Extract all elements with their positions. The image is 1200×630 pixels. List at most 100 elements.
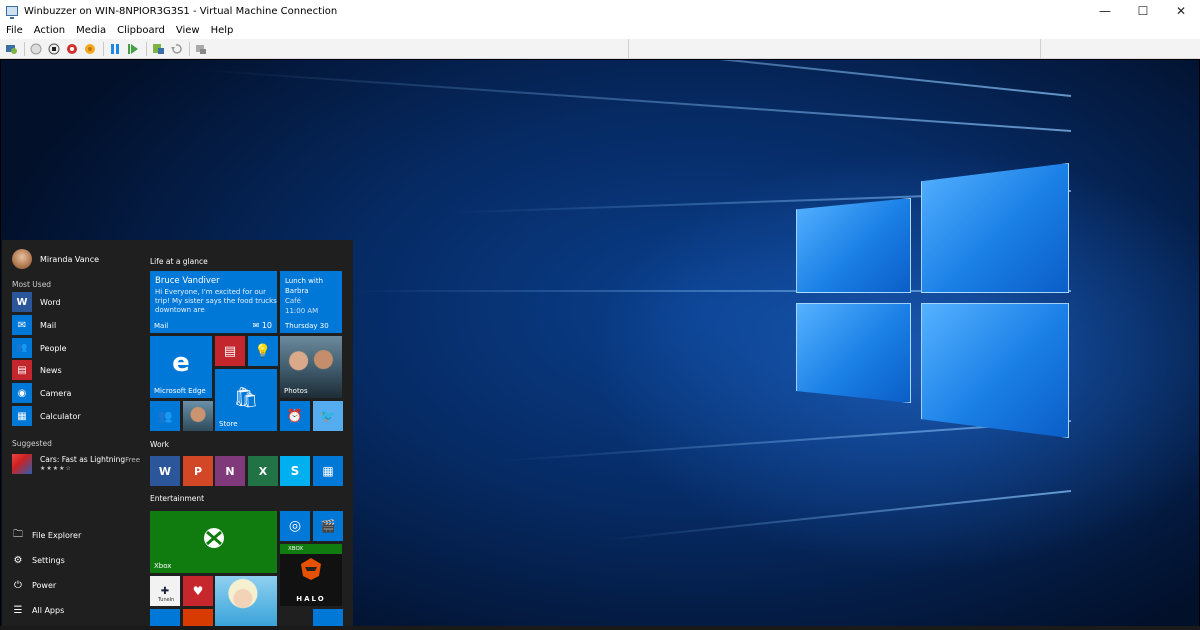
app-label: Mail: [40, 320, 57, 330]
user-account[interactable]: Miranda Vance: [12, 249, 99, 269]
tile-disney-frozen[interactable]: [215, 576, 277, 626]
ctrl-alt-del-button[interactable]: [4, 42, 18, 56]
calendar-event: Lunch with Barbra Café 11:00 AM: [285, 276, 323, 316]
start-button[interactable]: [29, 42, 43, 56]
tile-xbox[interactable]: Xbox: [150, 511, 277, 573]
tile-calendar[interactable]: Lunch with Barbra Café 11:00 AM Thursday…: [280, 271, 342, 333]
group-entertainment-heading: Entertainment: [150, 494, 205, 503]
most-used-item-people[interactable]: 👥 People: [12, 338, 67, 358]
tile-contact[interactable]: [183, 401, 213, 431]
most-used-item-calculator[interactable]: ▦ Calculator: [12, 406, 81, 426]
tile-people[interactable]: 👥: [150, 401, 180, 431]
shutdown-button[interactable]: [65, 42, 79, 56]
calculator-icon: ▦: [322, 464, 334, 478]
most-used-heading: Most Used: [12, 280, 52, 289]
reset-button[interactable]: [126, 42, 140, 56]
spartan-helmet-icon: [280, 552, 342, 586]
cars-game-icon: [12, 454, 32, 474]
menu-help[interactable]: Help: [211, 25, 234, 36]
word-icon: W: [12, 292, 32, 312]
tile-halo[interactable]: XBOX HALO: [280, 544, 342, 606]
tile-tunein[interactable]: ✚ TuneIn: [150, 576, 180, 606]
file-explorer-button[interactable]: 🗀 File Explorer: [12, 529, 81, 541]
all-apps-button[interactable]: ☰ All Apps: [12, 604, 65, 616]
revert-icon: [171, 43, 182, 54]
tile-label: Xbox: [154, 562, 172, 570]
minimize-button[interactable]: —: [1086, 0, 1124, 22]
close-button[interactable]: ✕: [1162, 0, 1200, 22]
enhanced-session-button[interactable]: [194, 42, 208, 56]
start-left-column: Miranda Vance Most Used W Word ✉ Mail 👥 …: [2, 240, 147, 626]
tile-skype[interactable]: S: [280, 456, 310, 486]
app-label: News: [40, 365, 62, 375]
checkpoint-icon: [152, 44, 164, 54]
tile-excel[interactable]: X: [248, 456, 278, 486]
suggested-app[interactable]: Cars: Fast as Lightning ★★★★☆ Free: [12, 454, 140, 474]
camera-icon: ◉: [12, 383, 32, 403]
tile-edge[interactable]: e Microsoft Edge: [150, 336, 212, 398]
save-button[interactable]: [83, 42, 97, 56]
powerpoint-icon: P: [193, 464, 203, 478]
sys-label: All Apps: [32, 605, 65, 615]
tile-tips[interactable]: 💡: [248, 336, 278, 366]
light-beam: [155, 60, 1072, 97]
word-icon: W: [158, 464, 172, 478]
power-icon: ⏻: [14, 579, 22, 591]
onenote-icon: N: [225, 464, 235, 478]
sys-label: Power: [32, 580, 57, 590]
mail-preview: Hi Everyone, I'm excited for our trip! M…: [155, 288, 277, 314]
tile-powerpoint[interactable]: P: [183, 456, 213, 486]
tile-store[interactable]: 🛍 Store: [215, 369, 277, 431]
price-label: Free: [125, 456, 140, 464]
window-controls: — ☐ ✕: [1086, 0, 1200, 22]
windows-logo-pane-top-right: [921, 163, 1069, 293]
turn-off-button[interactable]: [47, 42, 61, 56]
settings-button[interactable]: ⚙ Settings: [12, 554, 65, 566]
pause-icon: [111, 43, 119, 54]
tile-word[interactable]: W: [150, 456, 180, 486]
tile-onenote[interactable]: N: [215, 456, 245, 486]
tile-alarms[interactable]: ⏰: [280, 401, 310, 431]
news-icon: ▤: [223, 343, 237, 359]
shutdown-icon: [67, 43, 77, 54]
checkpoint-button[interactable]: [151, 42, 165, 56]
most-used-item-mail[interactable]: ✉ Mail: [12, 315, 56, 335]
most-used-item-word[interactable]: W Word: [12, 292, 61, 312]
revert-button[interactable]: [169, 42, 183, 56]
alarm-clock-icon: ⏰: [286, 408, 304, 424]
window-title: Winbuzzer on WIN-8NPIOR3G3S1 - Virtual M…: [24, 5, 338, 17]
menu-view[interactable]: View: [176, 25, 200, 36]
tile-label: Store: [219, 420, 238, 428]
tile-twitter[interactable]: 🐦: [313, 401, 343, 431]
menu-action[interactable]: Action: [34, 25, 65, 36]
menu-media[interactable]: Media: [76, 25, 106, 36]
pause-button[interactable]: [108, 42, 122, 56]
tile-groove-music[interactable]: ◎: [280, 511, 310, 541]
menu-file[interactable]: File: [6, 25, 23, 36]
tile-news[interactable]: ▤: [215, 336, 245, 366]
reset-icon: [128, 43, 138, 54]
sys-label: Settings: [32, 555, 65, 565]
tile-partial[interactable]: [313, 609, 343, 626]
start-menu: Miranda Vance Most Used W Word ✉ Mail 👥 …: [2, 240, 353, 626]
tile-photos[interactable]: Photos: [280, 336, 342, 398]
calendar-line: 11:00 AM: [285, 307, 319, 315]
tile-calculator[interactable]: ▦: [313, 456, 343, 486]
app-label: Calculator: [40, 411, 81, 421]
maximize-button[interactable]: ☐: [1124, 0, 1162, 22]
toolbar-section-divider: [628, 39, 629, 59]
menu-clipboard[interactable]: Clipboard: [117, 25, 165, 36]
tile-partial[interactable]: [150, 609, 180, 626]
tile-movies-tv[interactable]: 🎬: [313, 511, 343, 541]
app-label: Word: [40, 297, 61, 307]
start-icon: [30, 43, 42, 54]
most-used-item-news[interactable]: ▤ News: [12, 360, 62, 380]
tile-partial[interactable]: [183, 609, 213, 626]
tile-iheartradio[interactable]: ♥: [183, 576, 213, 606]
excel-icon: X: [258, 464, 268, 478]
calendar-line: Café: [285, 297, 301, 305]
tile-mail[interactable]: Bruce Vandiver Hi Everyone, I'm excited …: [150, 271, 277, 333]
power-button[interactable]: ⏻ Power: [12, 579, 56, 591]
most-used-item-camera[interactable]: ◉ Camera: [12, 383, 71, 403]
user-name: Miranda Vance: [40, 254, 100, 264]
